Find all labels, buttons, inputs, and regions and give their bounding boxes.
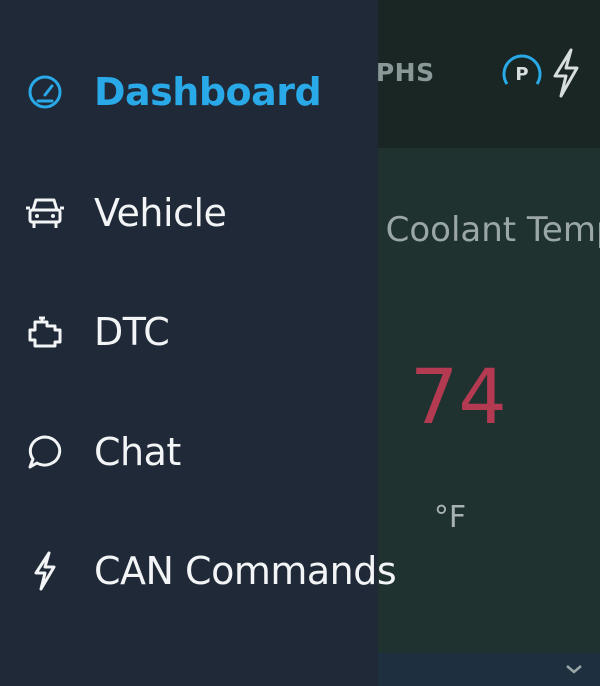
nav-item-dashboard[interactable]: Dashboard	[0, 44, 378, 140]
nav-label-dtc: DTC	[94, 310, 170, 354]
speedometer-icon	[24, 71, 66, 113]
app-screen: APHS P . Coolant Temp 74 °F Dashboard Ve…	[0, 0, 600, 686]
lightning-bolt-icon[interactable]	[549, 46, 583, 100]
card-unit: °F	[433, 500, 467, 535]
nav-label-dashboard: Dashboard	[94, 70, 322, 114]
chat-bubble-icon	[24, 431, 66, 473]
nav-item-chat[interactable]: Chat	[0, 404, 378, 500]
car-front-icon	[24, 192, 66, 234]
parking-brake-icon[interactable]: P	[497, 48, 547, 98]
expand-icon[interactable]	[563, 658, 585, 680]
engine-icon	[24, 311, 66, 353]
nav-item-vehicle[interactable]: Vehicle	[0, 165, 378, 261]
park-letter: P	[515, 64, 528, 85]
nav-label-vehicle: Vehicle	[94, 191, 227, 235]
nav-label-chat: Chat	[94, 430, 181, 474]
navigation-drawer: Dashboard Vehicle DTC Chat CAN Commands	[0, 0, 397, 686]
nav-item-can-commands[interactable]: CAN Commands	[0, 523, 397, 619]
nav-item-dtc[interactable]: DTC	[0, 284, 378, 380]
nav-label-can-commands: CAN Commands	[94, 549, 397, 593]
lightning-bolt-icon	[24, 550, 66, 592]
card-title: . Coolant Temp	[364, 210, 600, 250]
card-value: 74	[410, 352, 507, 441]
